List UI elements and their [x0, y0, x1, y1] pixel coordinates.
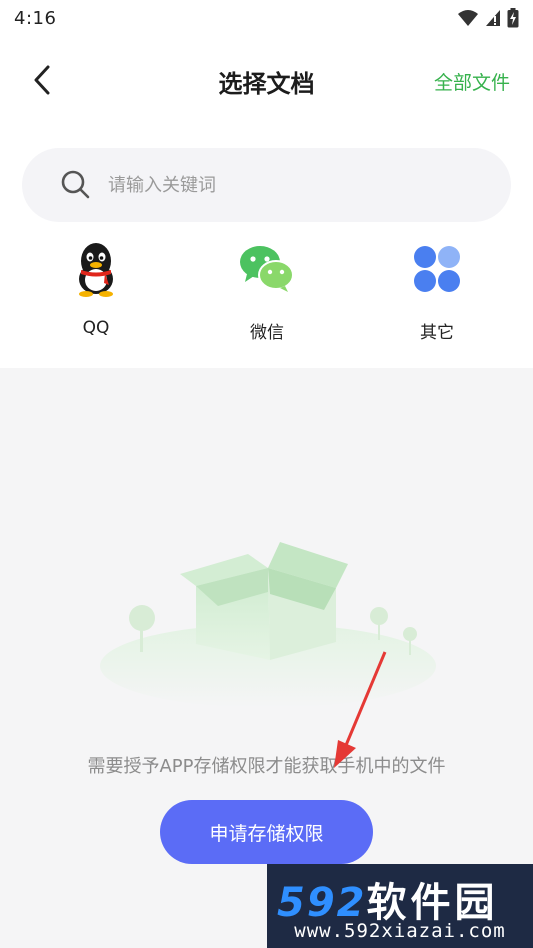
search-icon	[61, 170, 90, 199]
qq-penguin-icon	[79, 243, 113, 297]
watermark: 592软件园 www.592xiazai.com	[267, 864, 533, 948]
watermark-url: www.592xiazai.com	[294, 920, 506, 942]
search-bar[interactable]	[22, 148, 511, 222]
other-apps-icon	[414, 246, 460, 292]
status-icons	[457, 8, 519, 28]
search-input[interactable]	[108, 174, 448, 196]
source-qq[interactable]: QQ	[41, 238, 151, 348]
source-wechat[interactable]: 微信	[212, 238, 322, 348]
source-label: QQ	[82, 318, 110, 338]
source-label: 其它	[420, 323, 454, 343]
status-time: 4:16	[14, 7, 57, 29]
wifi-icon	[458, 10, 478, 26]
request-permission-button[interactable]: 申请存储权限	[160, 800, 373, 864]
permission-tip: 需要授予APP存储权限才能获取手机中的文件	[87, 756, 446, 777]
arrow-annotation-icon	[334, 651, 387, 768]
status-bar: 4:16	[0, 0, 533, 36]
signal-icon	[486, 10, 500, 26]
empty-state: 需要授予APP存储权限才能获取手机中的文件 申请存储权限	[0, 368, 533, 948]
nav-bar: 选择文档 全部文件	[0, 52, 533, 110]
source-label: 微信	[250, 323, 284, 343]
source-row: QQ 微信 其它	[0, 238, 533, 358]
source-other[interactable]: 其它	[382, 238, 492, 348]
all-files-link[interactable]: 全部文件	[434, 68, 510, 95]
battery-charging-icon	[507, 8, 519, 28]
wechat-icon	[240, 246, 294, 292]
